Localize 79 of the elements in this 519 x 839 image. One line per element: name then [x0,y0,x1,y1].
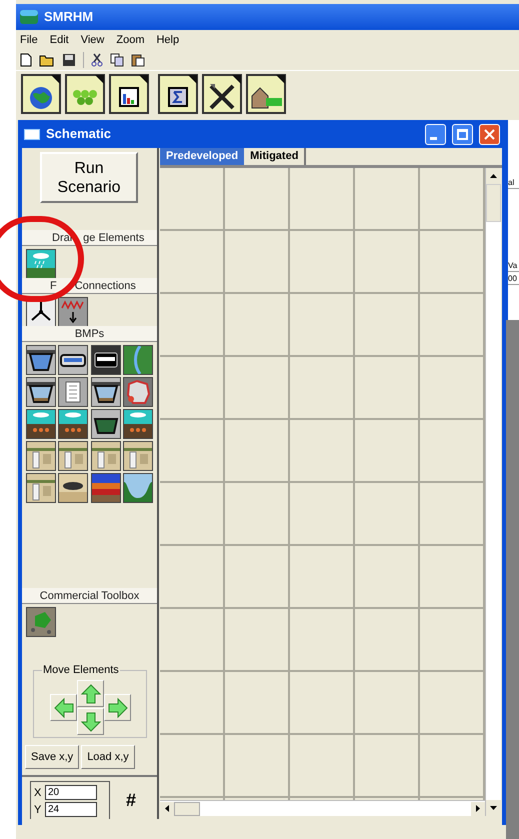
menu-item[interactable]: Zoom [116,32,144,48]
down-arrow-icon[interactable] [490,806,497,810]
section-title: BMPs [74,327,104,341]
rain-soil-icon[interactable] [59,410,88,438]
window-title: Schematic [46,125,112,144]
soil-section-icon[interactable] [59,442,88,470]
basin-icon[interactable] [27,346,55,374]
minimize-button[interactable] [425,124,446,144]
left-arrow-icon[interactable] [164,805,170,812]
horizontal-scrollbar[interactable] [160,800,485,816]
app-icon [20,10,38,24]
menu-item[interactable]: Help [156,32,180,48]
gravel-basin-icon[interactable] [92,378,120,406]
run-scenario-button[interactable]: Run Scenario [40,152,138,203]
text-fragment: al [508,178,519,189]
menu-item[interactable]: Edit [50,32,69,48]
scroll-up-button[interactable] [486,168,501,184]
scroll-left-button[interactable] [160,802,174,816]
paste-icon[interactable] [131,53,145,67]
section-title: Drai [52,231,72,245]
rain-soil-icon[interactable] [27,410,55,438]
tray-icon[interactable] [92,410,120,438]
valley-icon[interactable] [124,474,152,502]
text-fragment: 00 [508,274,519,285]
up-arrow-button[interactable] [77,680,104,707]
rain-soil-icon[interactable] [124,410,152,438]
molecule-icon[interactable] [65,74,105,114]
app-title: SMRHM [44,8,94,26]
tools-icon[interactable] [202,74,242,114]
scrollbar-thumb[interactable] [174,802,200,816]
blob-icon[interactable] [124,378,152,406]
soil-section-icon[interactable] [92,442,120,470]
vertical-scrollbar[interactable] [485,168,501,816]
gravel-basin-icon[interactable] [27,378,55,406]
section-title: ge Elements [83,231,144,245]
section-title: Connections [74,279,136,293]
left-arrow-button[interactable] [50,694,77,721]
coordinate-field[interactable]: 24 [45,802,97,817]
scroll-right-button[interactable] [471,802,485,816]
right-arrow-button[interactable] [104,694,131,721]
coordinate-button[interactable]: Save x,y [25,745,80,769]
window-icon [24,128,40,140]
building-icon[interactable] [59,378,88,406]
tab[interactable]: Predeveloped [160,148,244,165]
scroll-down-button[interactable] [486,800,501,816]
text-fragment: Va [508,261,519,272]
new-file-icon[interactable] [20,53,32,67]
grid-button[interactable]: # [120,789,142,811]
wave-arrow-icon[interactable] [59,298,87,326]
scissors-icon[interactable] [91,53,103,67]
up-arrow-icon[interactable] [490,174,497,178]
copy-icon[interactable] [110,53,124,67]
bar-chart-icon[interactable] [109,74,149,114]
down-arrow-button[interactable] [77,708,104,735]
coordinate-button[interactable]: Load x,y [81,745,135,769]
open-folder-icon[interactable] [39,53,55,67]
menu-item[interactable]: View [80,32,104,48]
globe-icon[interactable] [21,74,61,114]
rain-cloud-icon[interactable] [27,250,55,278]
save-icon[interactable] [62,53,76,67]
vault-icon[interactable] [92,346,120,374]
close-button[interactable] [479,124,500,144]
right-arrow-icon[interactable] [476,805,480,812]
soil-section-icon[interactable] [124,442,152,470]
sigma-icon[interactable] [158,74,198,114]
scrollbar-thumb[interactable] [486,184,501,222]
coordinate-label: Y [34,802,42,816]
close-icon [484,128,495,140]
mound-icon[interactable] [59,474,88,502]
house-icon[interactable] [246,74,286,114]
coordinate-field[interactable]: 20 [45,785,97,800]
section-title: Commercial Toolbox [40,589,140,603]
section-title: F [50,279,57,293]
soil-section-icon[interactable] [27,442,55,470]
coordinate-label: X [34,786,42,800]
soil-section-icon[interactable] [27,474,55,502]
maximize-button[interactable] [452,124,473,144]
pipe-icon[interactable] [59,346,88,374]
menu-item[interactable]: File [20,32,38,48]
